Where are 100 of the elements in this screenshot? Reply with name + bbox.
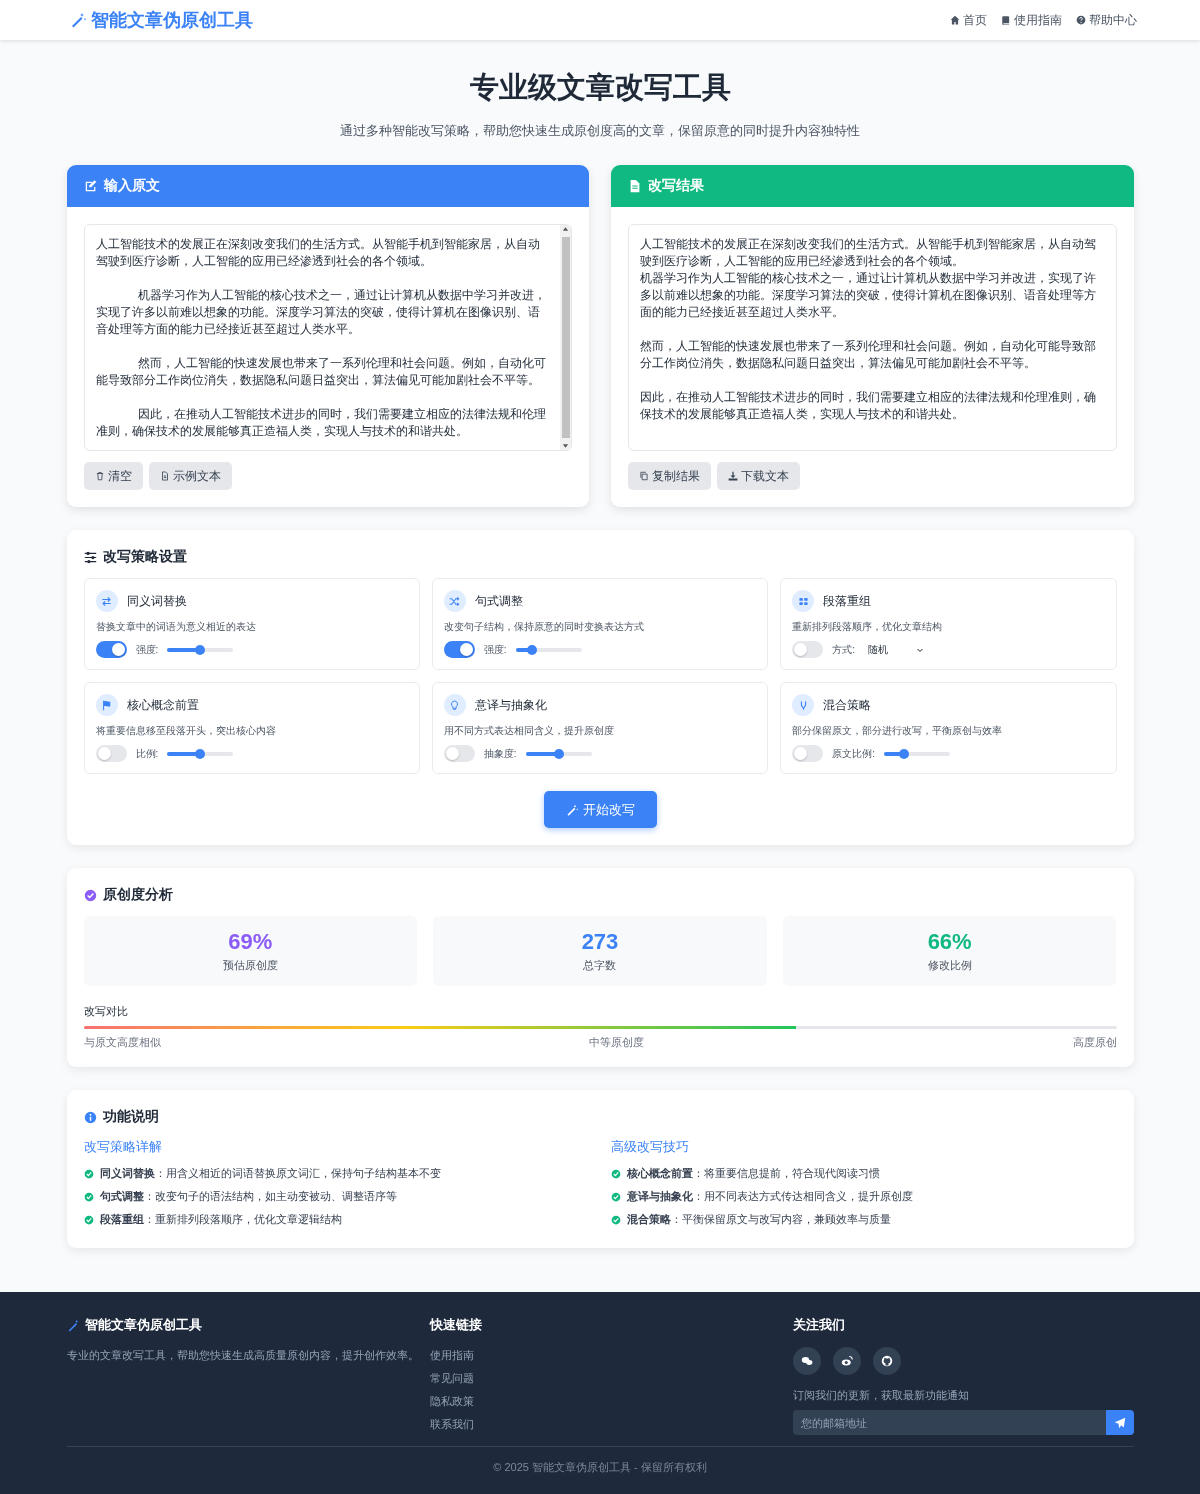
lightbulb-icon [449, 699, 461, 711]
section-title: 功能说明 [102, 1108, 159, 1126]
help-icon [1076, 15, 1086, 25]
footer-description: 专业的文章改写工具，帮助您快速生成高质量原创内容，提升创作效率。 [66, 1348, 420, 1363]
control-label: 强度: [483, 642, 507, 657]
check-badge-icon [83, 888, 97, 902]
send-button[interactable] [1105, 1410, 1134, 1435]
feature-text: 段落重组：重新排列段落顺序，优化文章逻辑结构 [99, 1212, 342, 1227]
footer-heading: 关注我们 [792, 1316, 846, 1334]
slider[interactable] [883, 751, 950, 756]
method-select[interactable]: 随机 [863, 642, 928, 657]
strategy-description: 重新排列段落顺序，优化文章结构 [792, 620, 944, 634]
magic-wand-icon [70, 12, 86, 28]
strategy-title: 同义词替换 [126, 592, 187, 610]
slider[interactable] [167, 647, 234, 652]
document-icon [628, 179, 642, 193]
feature-heading: 高级改写技巧 [611, 1138, 690, 1156]
toggle-switch[interactable] [792, 641, 824, 658]
card-title: 改写结果 [648, 177, 704, 195]
footer-title: 智能文章伪原创工具 [84, 1316, 202, 1334]
control-label: 强度: [135, 642, 159, 657]
download-icon [728, 471, 738, 481]
feature-heading: 改写策略详解 [83, 1138, 163, 1156]
nav-link[interactable]: 使用指南 [1001, 11, 1062, 29]
app-title: 智能文章伪原创工具 [91, 9, 253, 32]
scroll-up-arrow-icon[interactable] [562, 225, 569, 233]
start-rewrite-button[interactable]: 开始改写 [543, 791, 657, 828]
copy-icon [639, 471, 649, 481]
toolbar-button[interactable]: 复制结果 [628, 462, 711, 490]
magic-wand-icon [565, 803, 578, 816]
check-icon [83, 1214, 94, 1225]
scale-label: 中等原创度 [589, 1035, 644, 1050]
check-icon [83, 1168, 94, 1179]
toggle-switch[interactable] [443, 745, 475, 762]
slider[interactable] [167, 751, 234, 756]
strategy-title: 混合策略 [823, 696, 872, 714]
trash-icon [94, 471, 105, 481]
toolbar-button[interactable]: 示例文本 [148, 462, 232, 490]
feature-text: 核心概念前置：将重要信息提前，符合现代阅读习惯 [627, 1166, 880, 1181]
swirl-icon [840, 1355, 853, 1367]
scroll-down-arrow-icon[interactable] [562, 442, 569, 450]
strategy-title: 句式调整 [474, 592, 523, 610]
social-button[interactable] [792, 1347, 821, 1375]
footer-link[interactable]: 联系我们 [429, 1416, 793, 1433]
github-icon [880, 1355, 893, 1367]
strategy-description: 改变句子结构，保持原意的同时变换表达方式 [443, 620, 645, 634]
control-label: 方式: [832, 642, 855, 657]
page-title: 专业级文章改写工具 [468, 70, 732, 105]
source-text-field[interactable]: 人工智能技术的发展正在深刻改变我们的生活方式。从智能手机到智能家居，从自动驾驶到医疗诊断，人工智能的应用已经渗透到社会的各个领域。 机器学习作为人工智能的核心技术之一，通过让计算机从数据中学习并改进，实现了许多以前难以想象的功能。深度学习算法的突破，使得计算机在图像识别、语音处理等方面的能力已经接近甚至超过人类水平。 然而，人工智能的快速发展也带来了一系列伦理和社会问题。例如，自动化可能导致部分工作岗位消失，数据隐私问题日益突出，算法偏见可能加剧社会不平等。 因此，在推动人工智能技术进步的同时，我们需要建立相应的法律法规和伦理准则，确保技术的发展能够真正造福人类，实现人与技术的和谐共处。 [83, 224, 572, 451]
footer-link[interactable]: 使用指南 [429, 1347, 793, 1364]
section-title: 改写策略设置 [102, 548, 187, 566]
footer-heading: 快速链接 [429, 1316, 483, 1334]
result-text-area: 人工智能技术的发展正在深刻改变我们的生活方式。从智能手机到智能家居，从自动驾驶到医疗诊断，人工智能的应用已经渗透到社会的各个领域。 机器学习作为人工智能的核心技术之一，通过让计算机从数据中学习并改进，实现了许多以前难以想象的功能。深度学习算法的突破，使得计算机在图像识别、语音处理等方面的能力已经接近甚至超过人类水平。 然而，人工智能的快速发展也带来了一系列伦理和社会问题。例如，自动化可能导致部分工作岗位消失，数据隐私问题日益突出，算法偏见可能加剧社会不平等。 因此，在推动人工智能技术进步的同时，我们需要建立相应的法律法规和伦理准则，确保技术的发展能够真正造福人类，实现人与技术的和谐共处。 [628, 224, 1117, 451]
stat-label: 修改比例 [927, 958, 972, 973]
card-title: 输入原文 [103, 177, 160, 195]
section-title: 原创度分析 [102, 886, 173, 904]
stat-label: 总字数 [583, 958, 617, 973]
feature-text: 混合策略：平衡保留原文与改写内容，兼顾效率与质量 [627, 1212, 891, 1227]
stat-value: 273 [581, 929, 619, 955]
footer-link[interactable]: 隐私政策 [429, 1393, 793, 1410]
strategy-description: 将重要信息移至段落开头，突出核心内容 [95, 724, 277, 738]
nav-link[interactable]: 帮助中心 [1076, 11, 1137, 29]
send-icon [1113, 1416, 1126, 1429]
toolbar-button[interactable]: 下载文本 [717, 462, 800, 490]
strategy-description: 替换文章中的词语为意义相近的表达 [95, 620, 257, 634]
control-label: 比例: [135, 746, 159, 761]
toggle-switch[interactable] [95, 641, 127, 658]
feature-text: 意译与抽象化：用不同表达方式传达相同含义，提升原创度 [627, 1189, 913, 1204]
swap-arrows-icon [101, 595, 112, 607]
slider[interactable] [515, 647, 582, 652]
toggle-switch[interactable] [443, 641, 475, 658]
strategy-title: 核心概念前置 [126, 696, 199, 714]
social-button[interactable] [832, 1347, 861, 1375]
slider[interactable] [525, 751, 592, 756]
toolbar-button[interactable]: 清空 [83, 462, 143, 490]
magic-wand-icon [66, 1318, 80, 1332]
nav-link[interactable]: 首页 [950, 11, 987, 29]
sliders-icon [83, 550, 97, 564]
stat-value: 69% [228, 929, 273, 955]
file-icon [159, 471, 170, 481]
scale-label: 高度原创 [1072, 1035, 1117, 1050]
chat-bubbles-icon [800, 1355, 813, 1367]
strategy-description: 用不同方式表达相同含义，提升原创度 [443, 724, 615, 738]
stat-value: 66% [927, 929, 972, 955]
toggle-switch[interactable] [792, 745, 824, 762]
flag-icon [101, 699, 112, 711]
footer-link[interactable]: 常见问题 [429, 1370, 793, 1387]
shuffle-icon [449, 595, 461, 607]
info-icon [83, 1110, 97, 1124]
feature-text: 同义词替换：用含义相近的词语替换原文词汇，保持句子结构基本不变 [99, 1166, 441, 1181]
strategy-title: 段落重组 [823, 592, 872, 610]
toggle-switch[interactable] [95, 745, 127, 762]
social-button[interactable] [872, 1347, 901, 1375]
book-icon [1001, 15, 1011, 25]
email-field[interactable]: 您的邮箱地址 [792, 1410, 1106, 1435]
scrollbar[interactable] [560, 225, 571, 450]
strategy-description: 部分保留原文，部分进行改写，平衡原创与效率 [792, 724, 1004, 738]
subscribe-text: 订阅我们的更新，获取最新功能通知 [792, 1388, 970, 1403]
scale-label: 与原文高度相似 [83, 1035, 161, 1050]
grid-icon [797, 595, 809, 607]
